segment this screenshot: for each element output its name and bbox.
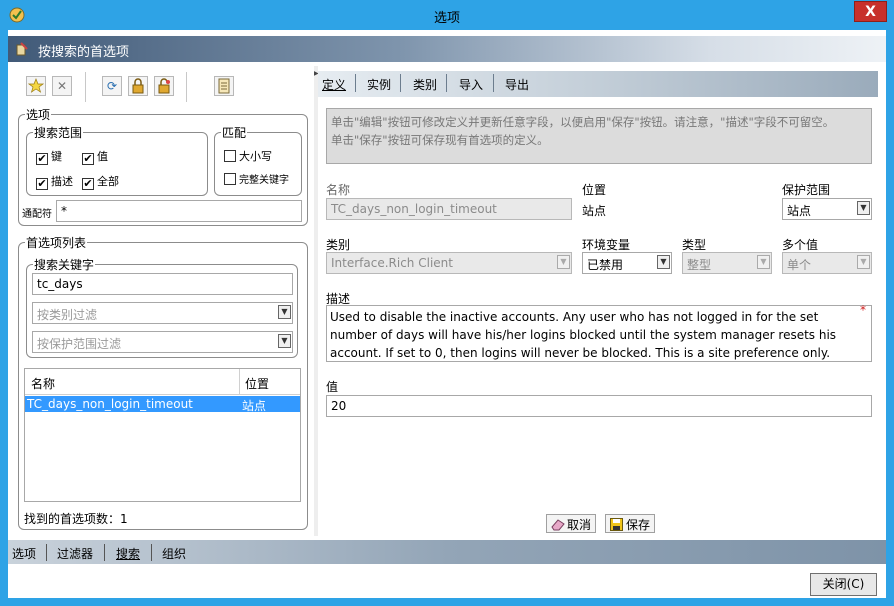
tab-import[interactable]: 导入 <box>459 76 483 93</box>
chevron-down-icon[interactable]: ▼ <box>857 201 870 215</box>
checkbox-description-label: 描述 <box>51 175 73 188</box>
header-title: 按搜索的首选项 <box>38 45 130 60</box>
chevron-down-icon: ▼ <box>857 255 870 269</box>
window-title: 选项 <box>433 11 460 26</box>
chevron-down-icon[interactable]: ▼ <box>657 255 670 269</box>
value-input[interactable]: 20 <box>326 395 872 417</box>
cancel-button-label: 取消 <box>567 518 592 532</box>
tab-separator <box>493 74 494 92</box>
info-line-2: 单击"保存"按钮可保存现有首选项的定义。 <box>331 133 549 147</box>
checkbox-whole-keyword[interactable]: 完整关键字 <box>224 171 289 186</box>
search-keyword-input[interactable]: tc_days <box>32 273 293 295</box>
unlock-icon[interactable] <box>154 76 174 96</box>
save-button-label: 保存 <box>626 518 651 532</box>
window-frame-left <box>0 30 8 606</box>
multiple-values-label: 多个值 <box>782 238 819 252</box>
checkbox-case[interactable]: 大小写 <box>224 148 272 164</box>
tab-category[interactable]: 类别 <box>413 76 437 93</box>
required-marker: * <box>860 303 866 317</box>
search-keyword-legend: 搜索关键字 <box>34 258 95 272</box>
nav-tab-organize[interactable]: 组织 <box>162 545 186 562</box>
window-frame-right <box>886 30 894 606</box>
checkbox-case-label: 大小写 <box>239 150 272 163</box>
info-message: 单击"编辑"按钮可修改定义并更新任意字段，以便启用"保存"按钮。请注意，"描述"… <box>326 108 872 164</box>
nav-separator <box>151 544 152 561</box>
save-icon <box>610 518 624 531</box>
tab-separator <box>400 74 401 92</box>
name-field: TC_days_non_login_timeout <box>326 198 572 220</box>
eraser-icon <box>551 518 565 531</box>
tab-separator <box>446 74 447 92</box>
checkbox-key[interactable]: ✔ 键 <box>36 148 62 165</box>
preference-list-legend: 首选项列表 <box>26 236 87 250</box>
check-icon: ✔ <box>82 177 94 190</box>
description-textarea[interactable]: Used to disable the inactive accounts. A… <box>326 305 872 362</box>
wildcard-label: 通配符 <box>22 209 52 220</box>
match-legend: 匹配 <box>222 126 247 140</box>
chevron-down-icon[interactable]: ▼ <box>278 305 291 319</box>
cancel-button[interactable]: 取消 <box>546 514 597 533</box>
right-tab-bar <box>318 71 878 97</box>
location-value: 站点 <box>582 204 607 218</box>
pane-splitter[interactable] <box>314 66 318 536</box>
toolbar-separator <box>85 72 86 102</box>
checkbox-value-label: 值 <box>97 150 108 163</box>
tab-definition[interactable]: 定义 <box>322 76 346 93</box>
nav-separator <box>46 544 47 561</box>
toolbar-separator <box>186 72 187 102</box>
checkbox-value[interactable]: ✔ 值 <box>82 148 108 165</box>
filter-scope-select[interactable]: 按保护范围过滤 <box>32 331 293 353</box>
window-close-button[interactable]: X <box>854 1 887 22</box>
env-variable-label: 环境变量 <box>582 238 631 252</box>
search-scope-legend: 搜索范围 <box>34 126 83 140</box>
window-frame-bottom <box>0 598 894 606</box>
checkbox-whole-keyword-label: 完整关键字 <box>239 175 289 186</box>
table-cell-location: 站点 <box>242 399 267 413</box>
table-cell-name: TC_days_non_login_timeout <box>27 397 193 411</box>
value-label: 值 <box>326 380 339 394</box>
column-divider <box>239 369 240 395</box>
delete-icon[interactable]: ✕ <box>52 76 72 96</box>
column-header-name[interactable]: 名称 <box>31 375 55 392</box>
filter-category-select[interactable]: 按类别过滤 <box>32 302 293 324</box>
found-count: 找到的首选项数：1 <box>24 512 128 526</box>
chevron-down-icon: ▼ <box>557 255 570 269</box>
document-icon[interactable] <box>214 76 234 96</box>
name-label: 名称 <box>326 183 351 197</box>
star-add-icon[interactable] <box>26 76 46 96</box>
category-select: Interface.Rich Client <box>326 252 572 274</box>
save-button[interactable]: 保存 <box>605 514 656 533</box>
preferences-icon <box>14 41 30 57</box>
check-icon: ✔ <box>36 177 48 190</box>
type-label: 类型 <box>682 238 707 252</box>
refresh-icon[interactable]: ⟳ <box>102 76 122 96</box>
nav-tab-search[interactable]: 搜索 <box>116 545 140 562</box>
checkbox-description[interactable]: ✔ 描述 <box>36 173 73 190</box>
check-icon: ✔ <box>36 152 48 165</box>
chevron-down-icon: ▼ <box>757 255 770 269</box>
category-label: 类别 <box>326 238 351 252</box>
wildcard-input[interactable]: * <box>56 200 302 222</box>
info-line-1: 单击"编辑"按钮可修改定义并更新任意字段，以便启用"保存"按钮。请注意，"描述"… <box>331 115 835 129</box>
tab-separator <box>355 74 356 92</box>
tab-export[interactable]: 导出 <box>505 76 529 93</box>
checkbox-box <box>224 150 236 162</box>
nav-tab-options[interactable]: 选项 <box>12 545 36 562</box>
tab-instance[interactable]: 实例 <box>367 76 391 93</box>
nav-tab-filters[interactable]: 过滤器 <box>57 545 93 562</box>
header-band <box>8 36 886 62</box>
chevron-down-icon[interactable]: ▼ <box>278 334 291 348</box>
nav-separator <box>104 544 105 561</box>
location-label: 位置 <box>582 183 607 197</box>
checkbox-all[interactable]: ✔ 全部 <box>82 173 119 190</box>
column-header-location[interactable]: 位置 <box>245 375 269 392</box>
checkbox-box <box>224 173 236 185</box>
checkbox-key-label: 键 <box>51 150 62 163</box>
checkbox-all-label: 全部 <box>97 175 119 188</box>
close-button[interactable]: 关闭(C) <box>810 573 877 596</box>
options-legend: 选项 <box>26 108 51 122</box>
protection-scope-label: 保护范围 <box>782 183 831 197</box>
lock-icon[interactable] <box>128 76 148 96</box>
check-icon: ✔ <box>82 152 94 165</box>
